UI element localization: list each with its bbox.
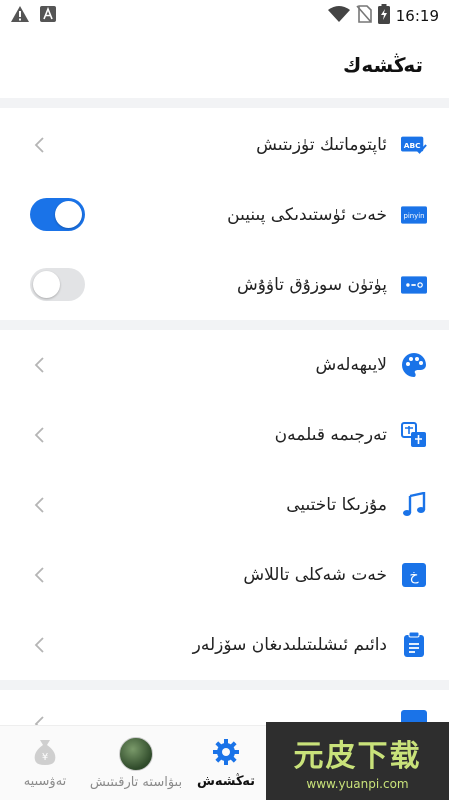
setting-translate[interactable]: تەرجىمە قىلمەن — [0, 400, 449, 470]
sound-toggle[interactable] — [30, 268, 85, 301]
setting-label: مۇزىكا تاختىيى — [286, 495, 387, 515]
status-bar: 16:19 — [0, 0, 449, 32]
font-icon-text: خ — [409, 568, 419, 584]
warning-icon — [10, 5, 30, 27]
setting-label: پۈتۈن سوزۇق تاۋۇش — [236, 275, 387, 295]
watermark-logo: 元皮下载 www.yuanpi.com — [266, 722, 449, 800]
setting-label: ئاپتوماتىك تۈزىتىش — [256, 135, 387, 155]
setting-pinyin-input: خەت ئۈستىدىكى پىنيىن pinyin — [0, 180, 449, 250]
svg-text:¥: ¥ — [42, 752, 48, 763]
section-divider — [0, 98, 449, 108]
abc-check-icon: ABC — [401, 132, 427, 158]
abc-icon-text: ABC — [404, 141, 421, 150]
pinyin-toggle[interactable] — [30, 198, 85, 231]
chevron-left-icon — [30, 495, 50, 515]
nav-label: بىۋاستە تارقىتىش — [89, 775, 183, 790]
chevron-left-icon — [30, 135, 50, 155]
nav-label: تەڭشەش — [196, 774, 255, 789]
setting-theme[interactable]: لايىھەلەش — [0, 330, 449, 400]
watermark-url: www.yuanpi.com — [306, 777, 409, 791]
setting-font-style[interactable]: خەت شەكلى تاللاش خ — [0, 540, 449, 610]
setting-label: تەرجىمە قىلمەن — [274, 425, 387, 445]
chevron-left-icon — [30, 714, 50, 725]
notification-a-icon — [40, 6, 56, 26]
font-style-icon: خ — [401, 562, 427, 588]
setting-label: دائىم ئىشلىتىلىدىغان سۆزلەر — [192, 635, 387, 655]
avatar — [119, 737, 153, 771]
palette-icon — [401, 352, 427, 378]
setting-label: لايىھەلەش — [315, 355, 387, 375]
nav-recommend[interactable]: ¥ تەۋسىيە — [10, 726, 80, 800]
setting-label: خەت شەكلى تاللاش — [243, 565, 387, 585]
setting-label: خەت ئۈستىدىكى پىنيىن — [227, 205, 387, 225]
section-divider — [0, 320, 449, 330]
nav-settings[interactable]: تەڭشەش — [190, 726, 262, 800]
keyboard-sound-icon — [401, 272, 427, 298]
gear-icon — [212, 738, 240, 770]
page-title: تەڭشەك — [343, 53, 423, 77]
setting-full-key-sound: پۈتۈن سوزۇق تاۋۇش — [0, 250, 449, 320]
battery-charging-icon — [377, 4, 390, 28]
status-time: 16:19 — [395, 7, 439, 25]
toggle-knob — [33, 271, 60, 298]
nav-label: تەۋسىيە — [23, 774, 67, 789]
setting-music[interactable]: مۇزىكا تاختىيى — [0, 470, 449, 540]
setting-partial-row[interactable] — [0, 690, 449, 725]
page-header: تەڭشەك — [0, 32, 449, 98]
money-bag-icon: ¥ — [32, 738, 58, 770]
setting-auto-correct[interactable]: ئاپتوماتىك تۈزىتىش ABC — [0, 110, 449, 180]
setting-phrases[interactable]: دائىم ئىشلىتىلىدىغان سۆزلەر — [0, 610, 449, 680]
clipboard-icon — [401, 632, 427, 658]
chevron-left-icon — [30, 565, 50, 585]
watermark-main: 元皮下载 — [293, 739, 422, 774]
wifi-icon — [327, 5, 350, 27]
no-sim-icon — [356, 5, 372, 27]
music-note-icon — [401, 492, 427, 518]
chevron-left-icon — [30, 635, 50, 655]
nav-profile[interactable]: بىۋاستە تارقىتىش — [88, 726, 184, 800]
pinyin-icon-text: pinyin — [403, 212, 424, 220]
section-divider — [0, 680, 449, 690]
toggle-knob — [55, 201, 82, 228]
translate-icon — [401, 422, 427, 448]
chevron-left-icon — [30, 425, 50, 445]
chevron-left-icon — [30, 355, 50, 375]
pinyin-icon: pinyin — [401, 202, 427, 228]
